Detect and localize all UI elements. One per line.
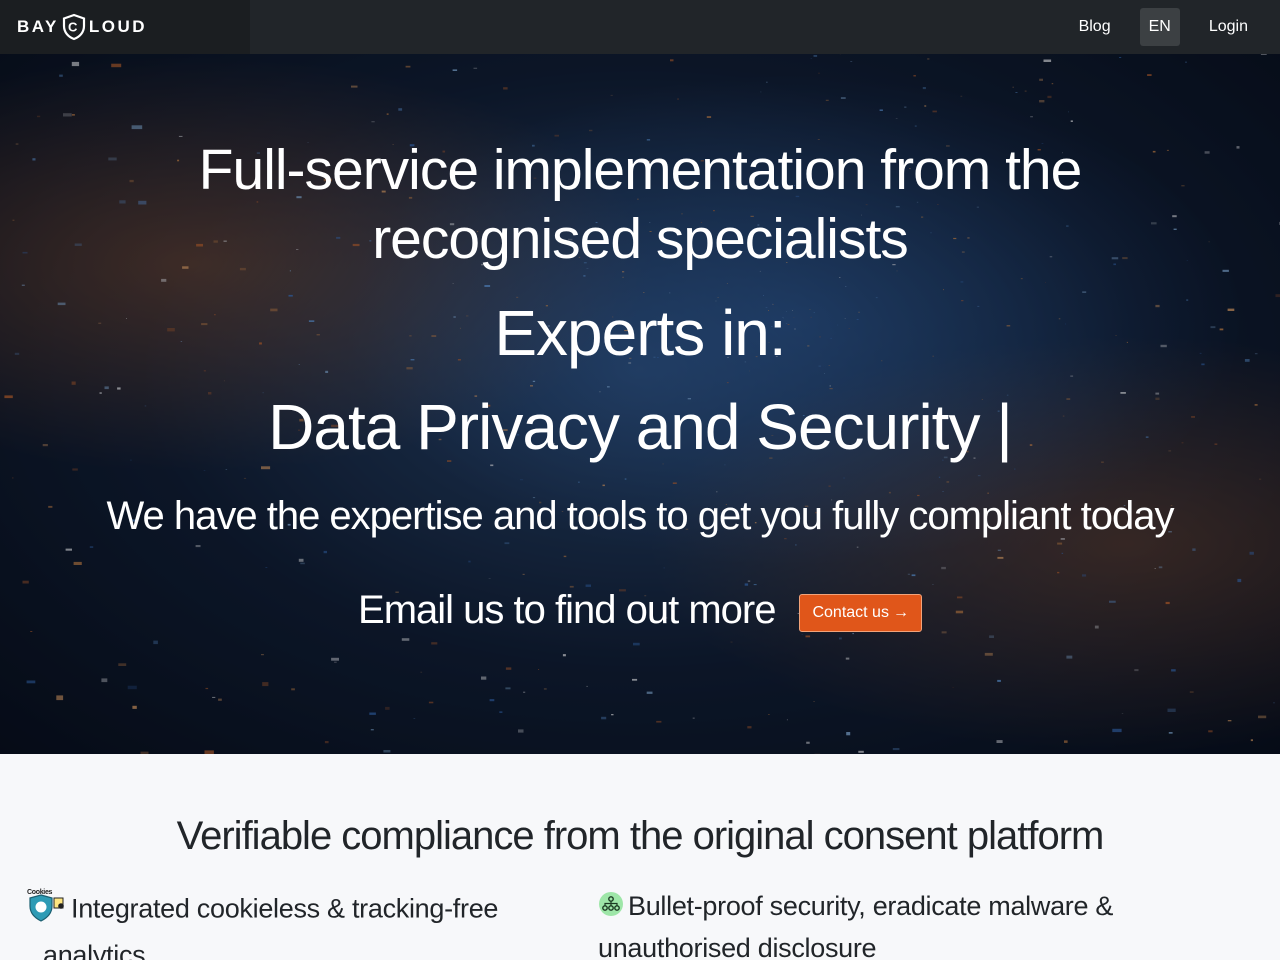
- nav-login-link[interactable]: Login: [1194, 8, 1263, 46]
- top-navbar: BAY C LOUD Blog EN Login: [0, 0, 1280, 54]
- hero-headline-line1: Full-service implementation from the: [198, 138, 1083, 202]
- svg-text:C: C: [68, 20, 80, 35]
- feature-analytics-line2: analytics: [43, 940, 146, 960]
- brand-container: BAY C LOUD: [0, 0, 250, 54]
- hero-cta-row: Email us to find out more Contact us →: [0, 588, 1280, 633]
- arrow-right-icon: →: [892, 603, 909, 621]
- hero-headline-line2: recognised specialists: [372, 207, 909, 271]
- section-title: Verifiable compliance from the original …: [176, 814, 1105, 858]
- nav-links: Blog EN Login: [1064, 8, 1263, 46]
- hero-experts-label: Experts in:: [494, 297, 786, 369]
- cookie-shield-icon: Cookies: [25, 886, 67, 935]
- contact-us-button[interactable]: Contact us →: [799, 593, 922, 632]
- feature-analytics-line1: Integrated cookieless & tracking-free: [71, 893, 499, 924]
- shield-logo-icon: C: [62, 13, 85, 41]
- brand-text-left: BAY: [17, 17, 59, 36]
- contact-us-label: Contact us: [812, 603, 889, 621]
- feature-security-line1: Bullet-proof security, eradicate malware…: [628, 891, 1114, 921]
- cta-text: Email us to find out more: [358, 588, 776, 632]
- network-icon: [598, 888, 624, 928]
- hero-subtitle: We have the expertise and tools to get y…: [106, 494, 1174, 538]
- nav-blog-link[interactable]: Blog: [1064, 8, 1126, 46]
- feature-analytics: Cookies Integrated cookieless & tracking…: [25, 886, 565, 960]
- feature-security-line2: unauthorised disclosure: [598, 932, 877, 960]
- hero-rotating-text: Data Privacy and Security |: [268, 391, 1013, 463]
- hero-headline: Full-service implementation from the rec…: [0, 136, 1280, 274]
- brand-logo[interactable]: BAY C LOUD: [17, 13, 147, 41]
- brand-text-right: LOUD: [88, 17, 148, 36]
- hero-section: Full-service implementation from the rec…: [0, 54, 1280, 754]
- feature-security: Bullet-proof security, eradicate malware…: [598, 886, 1158, 960]
- language-selector[interactable]: EN: [1139, 8, 1180, 46]
